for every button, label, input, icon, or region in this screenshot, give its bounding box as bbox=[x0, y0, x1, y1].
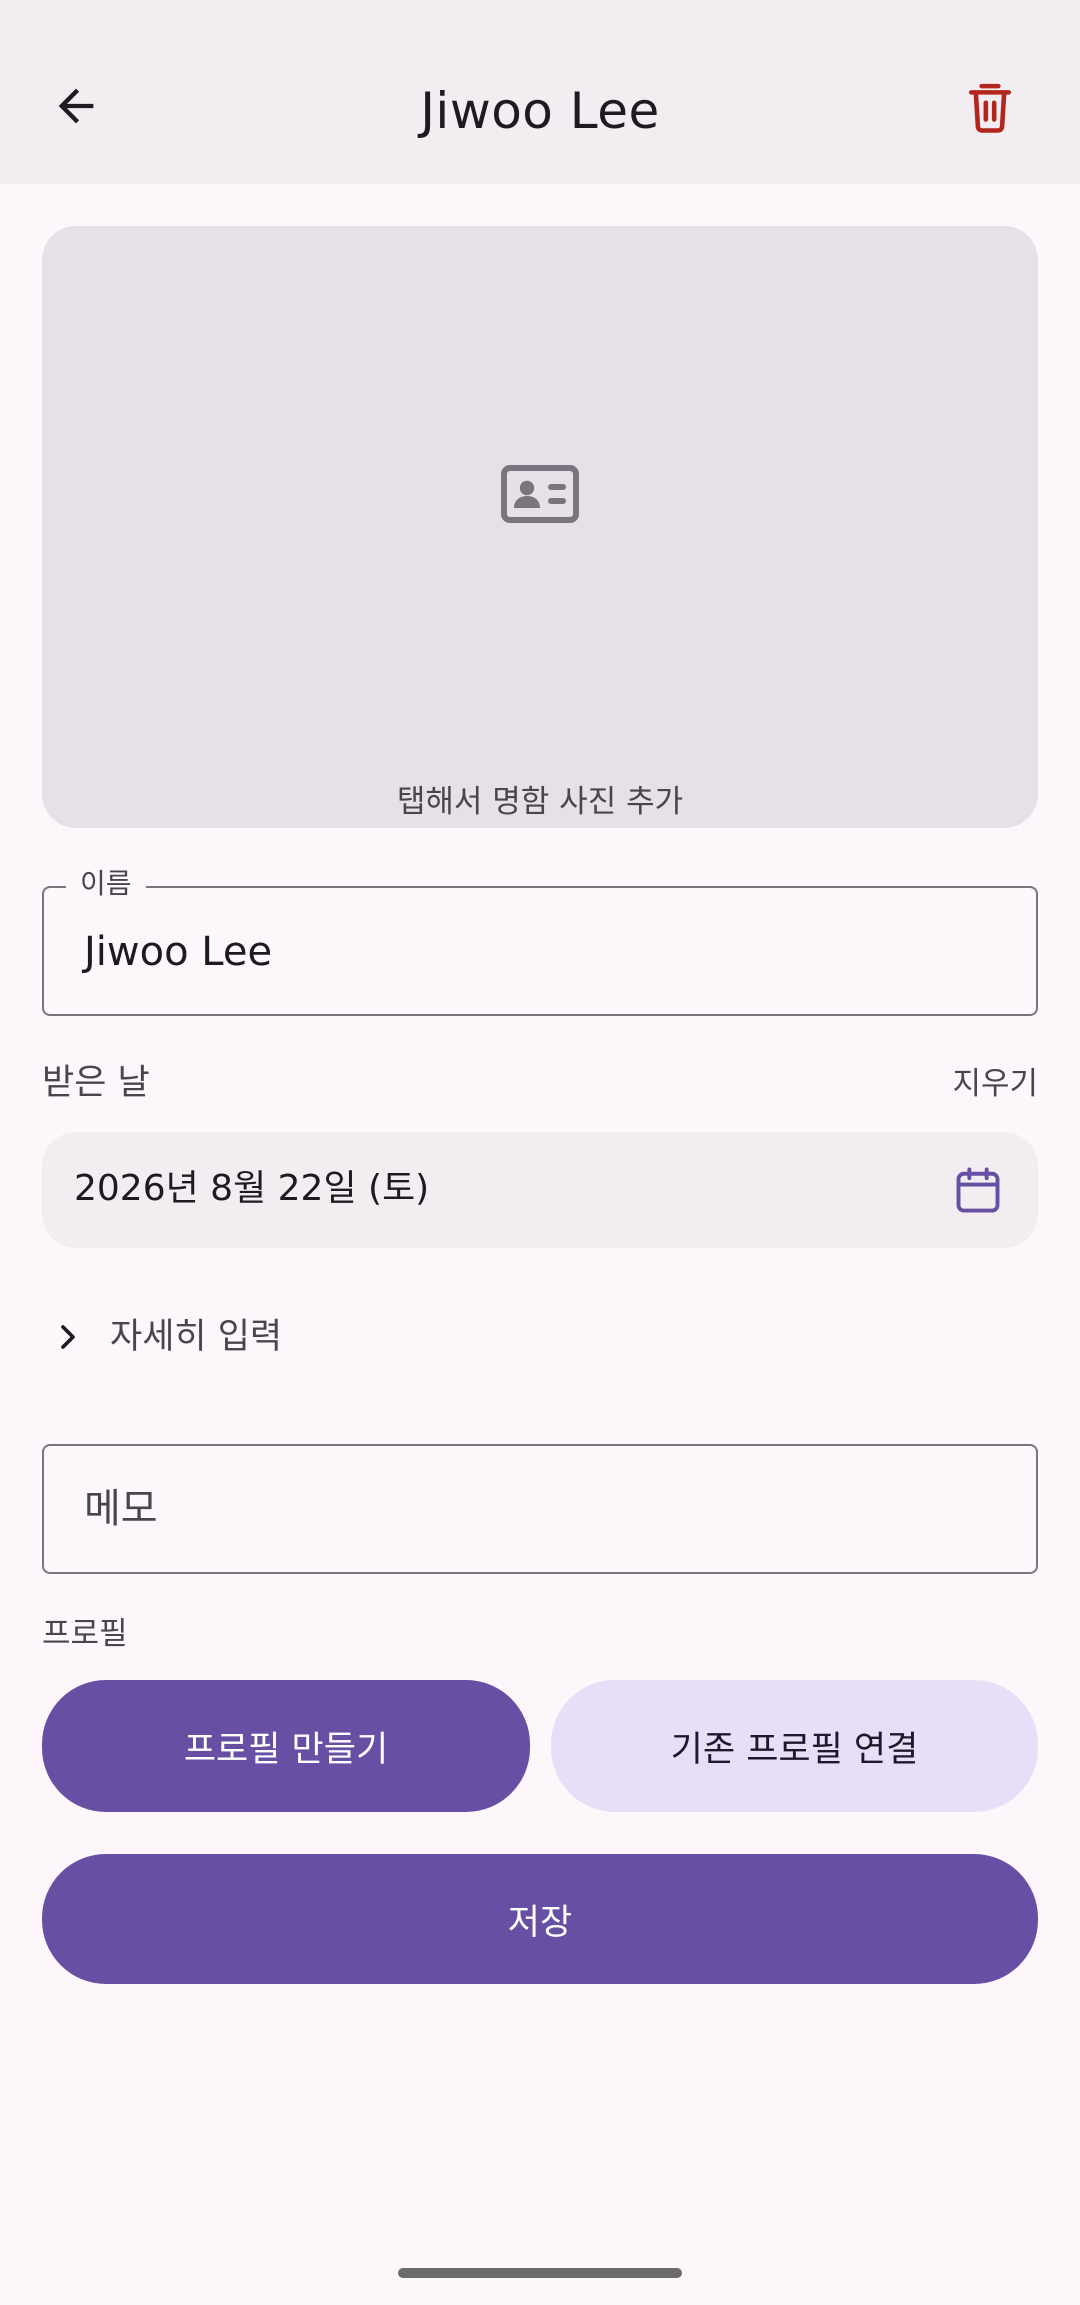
save-button[interactable]: 저장 bbox=[42, 1854, 1038, 1984]
profile-section-label: 프로필 bbox=[42, 1616, 128, 1652]
calendar-icon bbox=[956, 1167, 1000, 1213]
name-field-label: 이름 bbox=[66, 866, 146, 902]
delete-button[interactable] bbox=[948, 66, 1032, 150]
memo-placeholder: 메모 bbox=[84, 1486, 158, 1532]
trash-icon bbox=[968, 83, 1012, 133]
detail-input-label: 자세히 입력 bbox=[110, 1317, 283, 1357]
detail-input-toggle[interactable]: 자세히 입력 bbox=[42, 1300, 442, 1374]
memo-input[interactable]: 메모 bbox=[42, 1444, 1038, 1574]
date-picker-field[interactable]: 2026년 8월 22일 (토) bbox=[42, 1132, 1038, 1248]
create-profile-button[interactable]: 프로필 만들기 bbox=[42, 1680, 530, 1812]
name-input-value[interactable]: Jiwoo Lee bbox=[84, 926, 272, 978]
id-card-icon bbox=[501, 465, 579, 523]
received-date-label: 받은 날 bbox=[42, 1063, 150, 1103]
photo-hint: 탭해서 명함 사진 추가 bbox=[396, 784, 684, 820]
page-title: Jiwoo Lee bbox=[420, 82, 660, 140]
home-indicator[interactable] bbox=[398, 2268, 682, 2278]
app-bar: Jiwoo Lee bbox=[0, 0, 1080, 184]
card-photo-area[interactable]: 탭해서 명함 사진 추가 bbox=[42, 226, 1038, 828]
date-value: 2026년 8월 22일 (토) bbox=[74, 1168, 430, 1209]
link-existing-profile-button[interactable]: 기존 프로필 연결 bbox=[551, 1680, 1038, 1812]
chevron-right-icon bbox=[61, 1325, 75, 1349]
clear-date-button[interactable]: 지우기 bbox=[952, 1062, 1038, 1106]
